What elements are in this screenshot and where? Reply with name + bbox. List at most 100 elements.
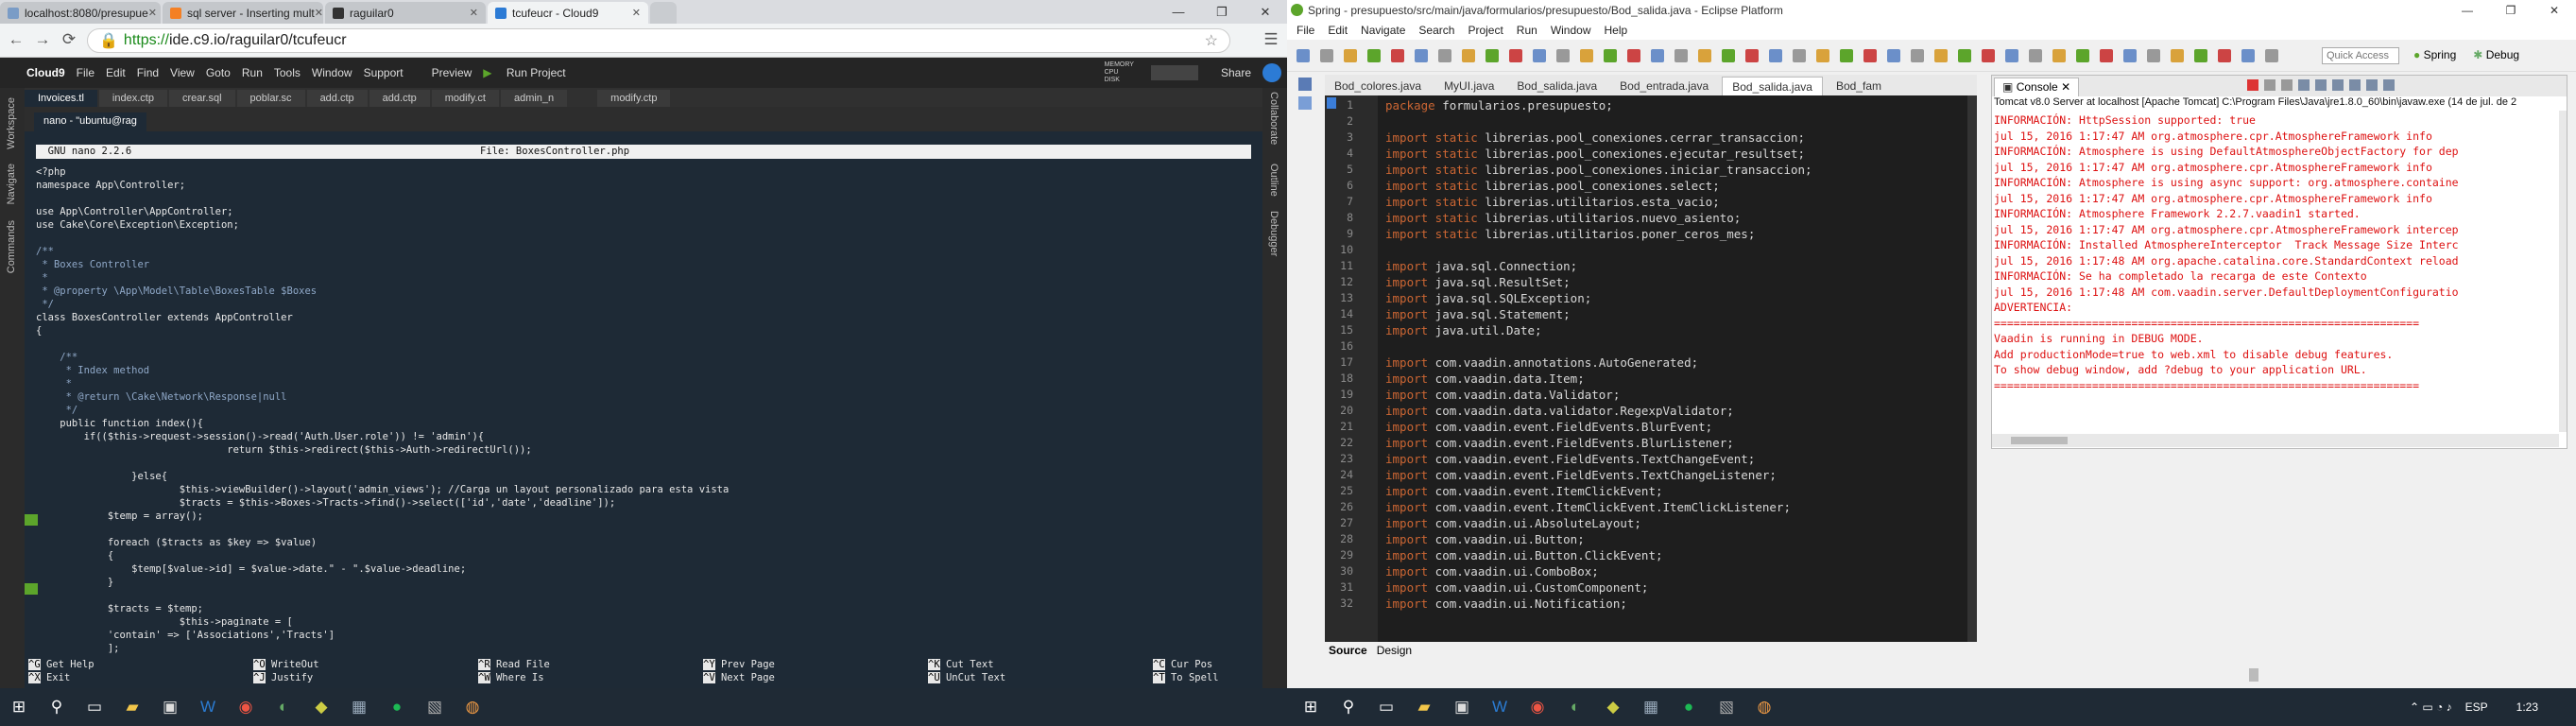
c9-tab[interactable]: admin_n [500, 90, 568, 107]
toolbar-button-icon[interactable] [2218, 49, 2231, 62]
perspective-debug[interactable]: ✱ Debug [2473, 48, 2519, 61]
close-icon[interactable]: ✕ [2061, 80, 2070, 94]
package-explorer-icon[interactable] [1298, 78, 1312, 91]
editor-tab-active[interactable]: Bod_salida.java [1722, 77, 1823, 95]
toolbar-button-icon[interactable] [2052, 49, 2066, 62]
word-icon[interactable]: W [1485, 693, 1514, 721]
app-icon[interactable]: ◍ [1750, 693, 1778, 721]
menu-view[interactable]: View [170, 66, 195, 79]
c9-tab[interactable]: add.ctp [369, 90, 430, 107]
avatar[interactable] [1262, 63, 1281, 82]
toolbar-button-icon[interactable] [1816, 49, 1829, 62]
preview-button[interactable]: Preview [432, 66, 472, 79]
editor-tab[interactable]: Bod_fam [1827, 77, 1891, 95]
search-icon[interactable]: ⚲ [43, 693, 71, 721]
c9-tab[interactable]: modify.ct [431, 90, 499, 107]
clear-console-icon[interactable] [2298, 79, 2310, 91]
menu-icon[interactable]: ☰ [1261, 29, 1281, 50]
toolbar-button-icon[interactable] [1462, 49, 1475, 62]
toolbar-button-icon[interactable] [1297, 49, 1310, 62]
close-icon[interactable]: ✕ [2533, 4, 2576, 17]
menu-window[interactable]: Window [312, 66, 352, 79]
maximize-icon[interactable]: ❐ [1200, 0, 1244, 24]
toolbar-button-icon[interactable] [1982, 49, 1995, 62]
toolbar-button-icon[interactable] [1887, 49, 1900, 62]
toolbar-button-icon[interactable] [1698, 49, 1711, 62]
close-icon[interactable]: ✕ [148, 7, 157, 19]
toolbar-button-icon[interactable] [1485, 49, 1499, 62]
collaborate-panel-tab[interactable]: Collaborate [1268, 92, 1279, 145]
menu-file[interactable]: File [77, 66, 94, 79]
menu-project[interactable]: Project [1468, 24, 1503, 37]
c9-tab[interactable]: index.ctp [98, 90, 167, 107]
toolbar-button-icon[interactable] [2194, 49, 2207, 62]
terminal-tab[interactable]: nano - "ubuntu@rag [34, 112, 146, 131]
language-indicator[interactable]: ESP [2465, 700, 2488, 714]
url-input[interactable]: 🔒 https://ide.c9.io/raguilar0/tcufeucr ☆ [87, 28, 1230, 53]
menu-search[interactable]: Search [1418, 24, 1454, 37]
new-tab-button[interactable] [650, 2, 677, 24]
toolbar-button-icon[interactable] [2005, 49, 2018, 62]
perspective-spring[interactable]: ● Spring [2413, 48, 2456, 61]
toolbar-button-icon[interactable] [1863, 49, 1877, 62]
file-explorer-icon[interactable]: ▰ [1410, 693, 1438, 721]
toolbar-button-icon[interactable] [2265, 49, 2278, 62]
toolbar-button-icon[interactable] [2100, 49, 2113, 62]
toolbar-button-icon[interactable] [1745, 49, 1759, 62]
remove-launch-icon[interactable] [2264, 79, 2275, 91]
word-icon[interactable]: W [194, 693, 222, 721]
store-icon[interactable]: ▣ [156, 693, 184, 721]
navigate-panel-tab[interactable]: Navigate [6, 164, 17, 204]
menu-support[interactable]: Support [364, 66, 404, 79]
open-console-icon[interactable] [2383, 79, 2395, 91]
toolbar-button-icon[interactable] [1651, 49, 1664, 62]
windows-start-icon[interactable]: ⊞ [5, 693, 33, 721]
spotify-icon[interactable]: ● [383, 693, 411, 721]
pin-console-icon[interactable] [2349, 79, 2361, 91]
c9-tab[interactable]: modify.ctp [597, 90, 671, 107]
browser-tab-3[interactable]: raguilar0 ✕ [325, 2, 486, 24]
menu-run[interactable]: Run [242, 66, 263, 79]
source-tab[interactable]: Source [1329, 644, 1367, 657]
menu-file[interactable]: File [1297, 24, 1314, 37]
maximize-icon[interactable]: ❐ [2489, 4, 2533, 17]
menu-edit[interactable]: Edit [106, 66, 126, 79]
menu-window[interactable]: Window [1551, 24, 1591, 37]
toolbar-button-icon[interactable] [1438, 49, 1451, 62]
commands-panel-tab[interactable]: Commands [6, 220, 17, 273]
toolbar-button-icon[interactable] [1958, 49, 1971, 62]
toolbar-button-icon[interactable] [1627, 49, 1640, 62]
menu-find[interactable]: Find [137, 66, 159, 79]
c9-tab[interactable]: add.ctp [306, 90, 368, 107]
task-view-icon[interactable]: ▭ [80, 693, 109, 721]
search-icon[interactable]: ⚲ [1334, 693, 1363, 721]
editor-tab[interactable]: Bod_entrada.java [1610, 77, 1718, 95]
app-icon[interactable]: ▧ [1712, 693, 1741, 721]
close-icon[interactable]: ✕ [470, 7, 478, 19]
scroll-lock-icon[interactable] [2315, 79, 2327, 91]
c9-tab[interactable]: poblar.sc [236, 90, 305, 107]
workspace-panel-tab[interactable]: Workspace [6, 97, 17, 149]
menu-navigate[interactable]: Navigate [1361, 24, 1405, 37]
toolbar-button-icon[interactable] [1769, 49, 1782, 62]
back-icon[interactable]: ← [6, 29, 26, 50]
menu-run[interactable]: Run [1517, 24, 1537, 37]
star-icon[interactable]: ☆ [1205, 31, 1218, 50]
toolbar-button-icon[interactable] [1793, 49, 1806, 62]
windows-start-icon[interactable]: ⊞ [1297, 693, 1325, 721]
forward-icon[interactable]: → [32, 29, 53, 50]
toolbar-button-icon[interactable] [2029, 49, 2042, 62]
c9-tab[interactable]: Invoices.tl [25, 90, 97, 107]
menu-edit[interactable]: Edit [1328, 24, 1348, 37]
vertical-scrollbar[interactable] [1967, 95, 1977, 642]
toolbar-button-icon[interactable] [1722, 49, 1735, 62]
toolbar-button-icon[interactable] [1911, 49, 1924, 62]
menu-goto[interactable]: Goto [206, 66, 231, 79]
app-icon[interactable]: ◍ [458, 693, 487, 721]
outline-icon[interactable] [1298, 96, 1312, 110]
eclipse-icon[interactable]: ◐ [1561, 693, 1589, 721]
java-editor[interactable]: 1 2 3 4 5 6 7 8 9 10 11 12 13 14 15 16 17 18 19 20 21 22 23 24 2… [1325, 95, 1977, 642]
clock[interactable]: 1:23 [2516, 700, 2538, 714]
toolbar-button-icon[interactable] [1391, 49, 1404, 62]
toolbar-button-icon[interactable] [1344, 49, 1357, 62]
